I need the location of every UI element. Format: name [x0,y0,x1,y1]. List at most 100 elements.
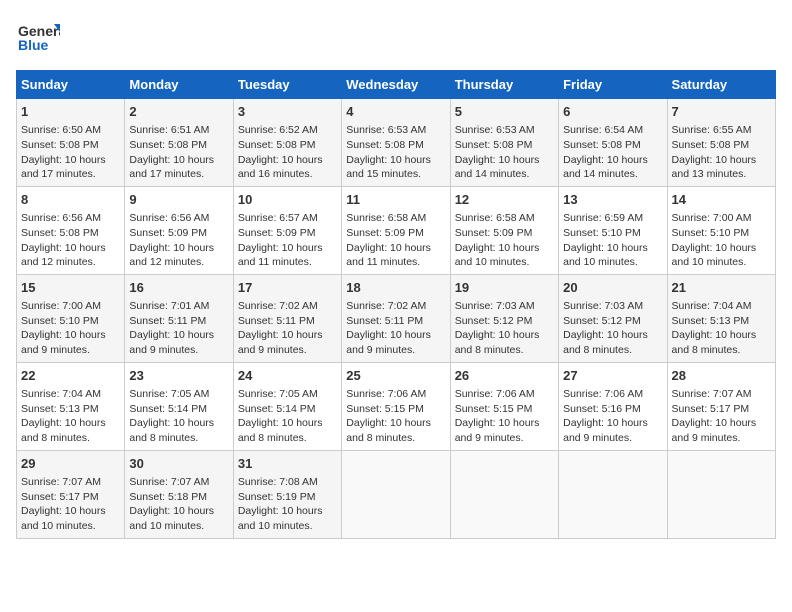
calendar-cell: 28 Sunrise: 7:07 AMSunset: 5:17 PMDayligh… [667,362,775,450]
day-detail: Sunrise: 6:58 AMSunset: 5:09 PMDaylight:… [455,211,554,270]
day-detail: Sunrise: 6:56 AMSunset: 5:09 PMDaylight:… [129,211,228,270]
day-number: 18 [346,279,445,297]
calendar-cell [342,450,450,538]
day-number: 29 [21,455,120,473]
calendar-cell: 26Sunrise: 7:06 AMSunset: 5:15 PMDayligh… [450,362,558,450]
calendar-cell: 1 Sunrise: 6:50 AMSunset: 5:08 PMDaylight… [17,99,125,187]
day-detail: Sunrise: 6:53 AMSunset: 5:08 PMDaylight:… [455,123,554,182]
day-number: 15 [21,279,120,297]
calendar-cell: 18 Sunrise: 7:02 AMSunset: 5:11 PMDayligh… [342,274,450,362]
calendar-cell: 5 Sunrise: 6:53 AMSunset: 5:08 PMDaylight… [450,99,558,187]
logo: General Blue [16,16,60,60]
calendar-cell: 11 Sunrise: 6:58 AMSunset: 5:09 PMDayligh… [342,186,450,274]
calendar-cell: 31 Sunrise: 7:08 AMSunset: 5:19 PMDayligh… [233,450,341,538]
day-header-friday: Friday [559,71,667,99]
day-number: 19 [455,279,554,297]
day-number: 5 [455,103,554,121]
day-header-sunday: Sunday [17,71,125,99]
day-header-thursday: Thursday [450,71,558,99]
day-number: 23 [129,367,228,385]
calendar-cell: 23Sunrise: 7:05 AMSunset: 5:14 PMDayligh… [125,362,233,450]
day-number: 28 [672,367,771,385]
calendar-cell [450,450,558,538]
day-number: 12 [455,191,554,209]
day-detail: Sunrise: 7:01 AMSunset: 5:11 PMDaylight:… [129,299,228,358]
day-detail: Sunrise: 6:59 AMSunset: 5:10 PMDaylight:… [563,211,662,270]
calendar-cell: 24Sunrise: 7:05 AMSunset: 5:14 PMDayligh… [233,362,341,450]
day-number: 11 [346,191,445,209]
day-header-monday: Monday [125,71,233,99]
day-detail: Sunrise: 7:03 AMSunset: 5:12 PMDaylight:… [563,299,662,358]
day-detail: Sunrise: 6:55 AMSunset: 5:08 PMDaylight:… [672,123,771,182]
day-number: 1 [21,103,120,121]
day-detail: Sunrise: 7:06 AMSunset: 5:16 PMDaylight:… [563,387,662,446]
day-number: 30 [129,455,228,473]
day-number: 31 [238,455,337,473]
calendar-cell: 22Sunrise: 7:04 AMSunset: 5:13 PMDayligh… [17,362,125,450]
calendar-table: SundayMondayTuesdayWednesdayThursdayFrid… [16,70,776,539]
calendar-week-5: 29Sunrise: 7:07 AMSunset: 5:17 PMDayligh… [17,450,776,538]
page-header: General Blue [16,16,776,60]
day-number: 25 [346,367,445,385]
calendar-cell: 17Sunrise: 7:02 AMSunset: 5:11 PMDayligh… [233,274,341,362]
calendar-cell: 16 Sunrise: 7:01 AMSunset: 5:11 PMDayligh… [125,274,233,362]
day-detail: Sunrise: 7:00 AMSunset: 5:10 PMDaylight:… [21,299,120,358]
calendar-week-3: 15 Sunrise: 7:00 AMSunset: 5:10 PMDayligh… [17,274,776,362]
calendar-header: SundayMondayTuesdayWednesdayThursdayFrid… [17,71,776,99]
day-number: 16 [129,279,228,297]
day-detail: Sunrise: 6:57 AMSunset: 5:09 PMDaylight:… [238,211,337,270]
svg-text:Blue: Blue [18,37,49,53]
calendar-cell: 19 Sunrise: 7:03 AMSunset: 5:12 PMDayligh… [450,274,558,362]
calendar-cell: 25 Sunrise: 7:06 AMSunset: 5:15 PMDayligh… [342,362,450,450]
day-detail: Sunrise: 7:05 AMSunset: 5:14 PMDaylight:… [238,387,337,446]
day-detail: Sunrise: 6:54 AMSunset: 5:08 PMDaylight:… [563,123,662,182]
day-number: 27 [563,367,662,385]
day-number: 21 [672,279,771,297]
calendar-cell [559,450,667,538]
day-detail: Sunrise: 6:58 AMSunset: 5:09 PMDaylight:… [346,211,445,270]
calendar-cell: 21 Sunrise: 7:04 AMSunset: 5:13 PMDayligh… [667,274,775,362]
day-detail: Sunrise: 7:06 AMSunset: 5:15 PMDaylight:… [346,387,445,446]
calendar-cell: 15 Sunrise: 7:00 AMSunset: 5:10 PMDayligh… [17,274,125,362]
day-detail: Sunrise: 7:06 AMSunset: 5:15 PMDaylight:… [455,387,554,446]
calendar-week-2: 8 Sunrise: 6:56 AMSunset: 5:08 PMDaylight… [17,186,776,274]
calendar-cell: 9 Sunrise: 6:56 AMSunset: 5:09 PMDaylight… [125,186,233,274]
logo-icon: General Blue [16,16,60,60]
day-detail: Sunrise: 7:08 AMSunset: 5:19 PMDaylight:… [238,475,337,534]
day-number: 14 [672,191,771,209]
day-number: 9 [129,191,228,209]
calendar-cell: 3Sunrise: 6:52 AMSunset: 5:08 PMDaylight… [233,99,341,187]
calendar-cell: 7 Sunrise: 6:55 AMSunset: 5:08 PMDaylight… [667,99,775,187]
day-number: 8 [21,191,120,209]
calendar-cell: 29Sunrise: 7:07 AMSunset: 5:17 PMDayligh… [17,450,125,538]
calendar-cell: 20 Sunrise: 7:03 AMSunset: 5:12 PMDayligh… [559,274,667,362]
day-number: 7 [672,103,771,121]
day-number: 4 [346,103,445,121]
calendar-cell: 13Sunrise: 6:59 AMSunset: 5:10 PMDayligh… [559,186,667,274]
day-detail: Sunrise: 6:52 AMSunset: 5:08 PMDaylight:… [238,123,337,182]
calendar-cell: 30Sunrise: 7:07 AMSunset: 5:18 PMDayligh… [125,450,233,538]
day-detail: Sunrise: 6:56 AMSunset: 5:08 PMDaylight:… [21,211,120,270]
calendar-cell: 10 Sunrise: 6:57 AMSunset: 5:09 PMDayligh… [233,186,341,274]
calendar-cell: 6Sunrise: 6:54 AMSunset: 5:08 PMDaylight… [559,99,667,187]
calendar-cell: 27 Sunrise: 7:06 AMSunset: 5:16 PMDayligh… [559,362,667,450]
calendar-body: 1 Sunrise: 6:50 AMSunset: 5:08 PMDaylight… [17,99,776,539]
day-number: 20 [563,279,662,297]
day-detail: Sunrise: 7:04 AMSunset: 5:13 PMDaylight:… [672,299,771,358]
day-detail: Sunrise: 7:03 AMSunset: 5:12 PMDaylight:… [455,299,554,358]
calendar-week-1: 1 Sunrise: 6:50 AMSunset: 5:08 PMDaylight… [17,99,776,187]
calendar-cell: 2Sunrise: 6:51 AMSunset: 5:08 PMDaylight… [125,99,233,187]
calendar-week-4: 22Sunrise: 7:04 AMSunset: 5:13 PMDayligh… [17,362,776,450]
calendar-cell: 14Sunrise: 7:00 AMSunset: 5:10 PMDayligh… [667,186,775,274]
day-detail: Sunrise: 6:53 AMSunset: 5:08 PMDaylight:… [346,123,445,182]
day-detail: Sunrise: 7:02 AMSunset: 5:11 PMDaylight:… [346,299,445,358]
day-detail: Sunrise: 6:50 AMSunset: 5:08 PMDaylight:… [21,123,120,182]
calendar-cell: 4 Sunrise: 6:53 AMSunset: 5:08 PMDaylight… [342,99,450,187]
day-detail: Sunrise: 7:07 AMSunset: 5:17 PMDaylight:… [672,387,771,446]
day-header-saturday: Saturday [667,71,775,99]
day-number: 17 [238,279,337,297]
day-number: 10 [238,191,337,209]
day-header-wednesday: Wednesday [342,71,450,99]
calendar-cell: 12 Sunrise: 6:58 AMSunset: 5:09 PMDayligh… [450,186,558,274]
day-detail: Sunrise: 6:51 AMSunset: 5:08 PMDaylight:… [129,123,228,182]
